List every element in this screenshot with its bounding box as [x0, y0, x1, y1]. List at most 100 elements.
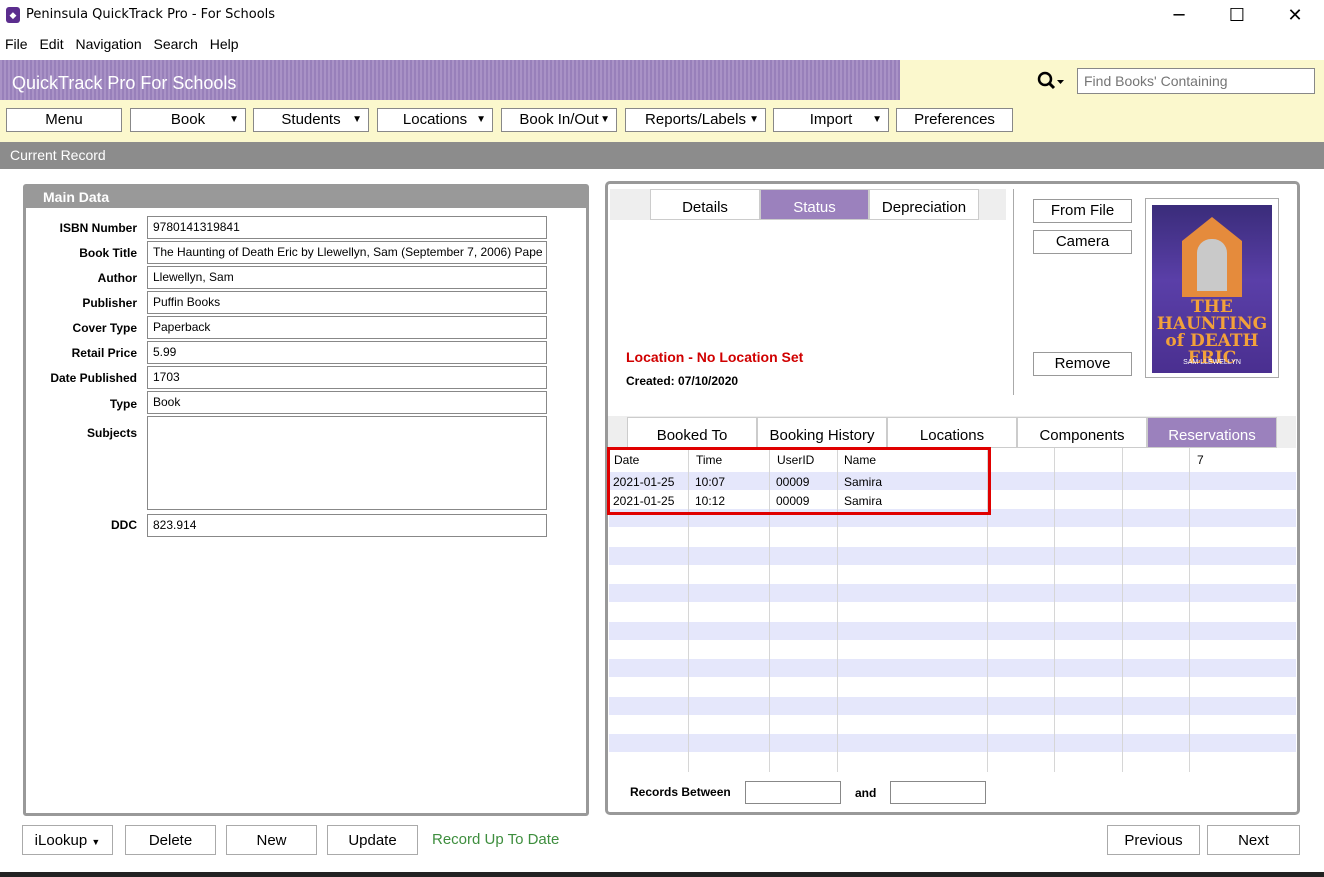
ddc-field[interactable]: 823.914 — [147, 514, 547, 537]
author-field[interactable]: Llewellyn, Sam — [147, 266, 547, 289]
isbn-field[interactable]: 9780141319841 — [147, 216, 547, 239]
preferences-button-label: Preferences — [914, 111, 995, 128]
menu-button-label: Menu — [45, 111, 83, 128]
magnifier-icon — [1037, 71, 1064, 90]
tab-details[interactable]: Details — [650, 189, 760, 220]
row-stripe — [609, 622, 1296, 640]
book-title-field[interactable]: The Haunting of Death Eric by Llewellyn,… — [147, 241, 547, 264]
row-stripe — [609, 547, 1296, 565]
row-stripe — [609, 734, 1296, 752]
close-icon[interactable]: ✕ — [1266, 0, 1324, 32]
tab-components[interactable]: Components — [1017, 417, 1147, 448]
tab-booking-history[interactable]: Booking History — [757, 417, 887, 448]
students-button-label: Students — [281, 111, 341, 128]
students-button[interactable]: Students ▼ — [253, 108, 369, 132]
book-in-out-button[interactable]: Book In/Out ▼ — [501, 108, 617, 132]
tab-locations[interactable]: Locations — [887, 417, 1017, 448]
preferences-button[interactable]: Preferences — [896, 108, 1013, 132]
row-stripe — [609, 584, 1296, 602]
publisher-label: Publisher — [82, 296, 137, 310]
type-label: Type — [109, 397, 137, 411]
menu-search[interactable]: Search — [154, 36, 198, 52]
column-divider — [1189, 448, 1190, 772]
app-heading: QuickTrack Pro For Schools — [12, 73, 237, 93]
book-title-label: Book Title — [79, 246, 137, 260]
isbn-label: ISBN Number — [59, 221, 137, 235]
current-record-bar: Current Record — [0, 142, 1324, 169]
type-field[interactable]: Book — [147, 391, 547, 414]
column-divider — [1122, 448, 1123, 772]
delete-button[interactable]: Delete — [125, 825, 216, 855]
book-in-out-button-label: Book In/Out — [519, 111, 599, 128]
update-button[interactable]: Update — [327, 825, 418, 855]
chevron-down-icon: ▼ — [476, 114, 486, 125]
chevron-down-icon: ▼ — [352, 114, 362, 125]
minimize-icon[interactable]: ─ — [1150, 0, 1208, 32]
cover-art: THE HAUNTING of DEATH ERIC SAM LLEWELLYN — [1152, 205, 1272, 373]
retail-price-label: Retail Price — [71, 346, 137, 360]
subjects-field[interactable] — [147, 416, 547, 510]
next-button[interactable]: Next — [1207, 825, 1300, 855]
cover-type-field[interactable]: Paperback — [147, 316, 547, 339]
retail-price-field[interactable]: 5.99 — [147, 341, 547, 364]
chevron-down-icon: ▼ — [749, 114, 759, 125]
ddc-label: DDC — [111, 518, 137, 532]
menu-file[interactable]: File — [5, 36, 28, 52]
row-stripe — [609, 659, 1296, 677]
created-date: Created: 07/10/2020 — [626, 374, 739, 388]
window-bottom-edge — [0, 872, 1324, 877]
book-cover-image: THE HAUNTING of DEATH ERIC SAM LLEWELLYN — [1145, 198, 1279, 378]
author-label: Author — [97, 271, 137, 285]
ilookup-label: iLookup — [34, 832, 88, 849]
book-button-label: Book — [170, 111, 206, 128]
tab-booked-to[interactable]: Booked To — [627, 417, 757, 448]
reports-labels-button[interactable]: Reports/Labels ▼ — [625, 108, 766, 132]
row-stripe — [609, 697, 1296, 715]
cover-author: SAM LLEWELLYN — [1183, 359, 1241, 366]
chevron-down-icon: ▼ — [872, 114, 882, 125]
menu-navigation[interactable]: Navigation — [75, 36, 141, 52]
reports-labels-button-label: Reports/Labels — [645, 111, 746, 128]
import-button[interactable]: Import ▼ — [773, 108, 889, 132]
date-published-field[interactable]: 1703 — [147, 366, 547, 389]
ilookup-button[interactable]: iLookup ▼ — [22, 825, 113, 855]
locations-button[interactable]: Locations ▼ — [377, 108, 493, 132]
cover-title: THE HAUNTING of DEATH ERIC — [1156, 297, 1268, 368]
subjects-label: Subjects — [86, 426, 137, 440]
column-divider — [1054, 448, 1055, 772]
cover-type-label: Cover Type — [72, 321, 137, 335]
tab-status[interactable]: Status — [760, 189, 869, 220]
record-status-message: Record Up To Date — [432, 831, 560, 848]
records-between-label: Records Between — [630, 785, 731, 799]
tab-reservations[interactable]: Reservations — [1147, 417, 1277, 448]
menu-help[interactable]: Help — [210, 36, 239, 52]
from-file-button[interactable]: From File — [1033, 199, 1132, 223]
new-button[interactable]: New — [226, 825, 317, 855]
search-dropdown-button[interactable] — [1036, 70, 1076, 94]
cover-window-shape — [1197, 239, 1227, 291]
records-to-input[interactable] — [890, 781, 986, 804]
menu-edit[interactable]: Edit — [39, 36, 63, 52]
find-books-input[interactable] — [1077, 68, 1315, 94]
record-count: 7 — [1197, 453, 1204, 467]
tab-depreciation[interactable]: Depreciation — [869, 189, 979, 220]
records-from-input[interactable] — [745, 781, 841, 804]
maximize-icon[interactable]: ☐ — [1208, 0, 1266, 32]
date-published-label: Date Published — [50, 371, 137, 385]
book-button[interactable]: Book ▼ — [130, 108, 246, 132]
location-status: Location - No Location Set — [626, 349, 804, 365]
menu-button[interactable]: Menu — [6, 108, 122, 132]
locations-button-label: Locations — [402, 111, 468, 128]
chevron-down-icon: ▼ — [229, 114, 239, 125]
previous-button[interactable]: Previous — [1107, 825, 1200, 855]
app-icon: ◆ — [6, 7, 20, 23]
main-data-heading: Main Data — [26, 186, 586, 208]
import-button-label: Import — [809, 111, 853, 128]
and-label: and — [855, 786, 877, 800]
divider — [1013, 189, 1014, 395]
camera-button[interactable]: Camera — [1033, 230, 1132, 254]
remove-button[interactable]: Remove — [1033, 352, 1132, 376]
highlight-box — [607, 447, 991, 515]
chevron-down-icon: ▼ — [600, 114, 610, 125]
publisher-field[interactable]: Puffin Books — [147, 291, 547, 314]
